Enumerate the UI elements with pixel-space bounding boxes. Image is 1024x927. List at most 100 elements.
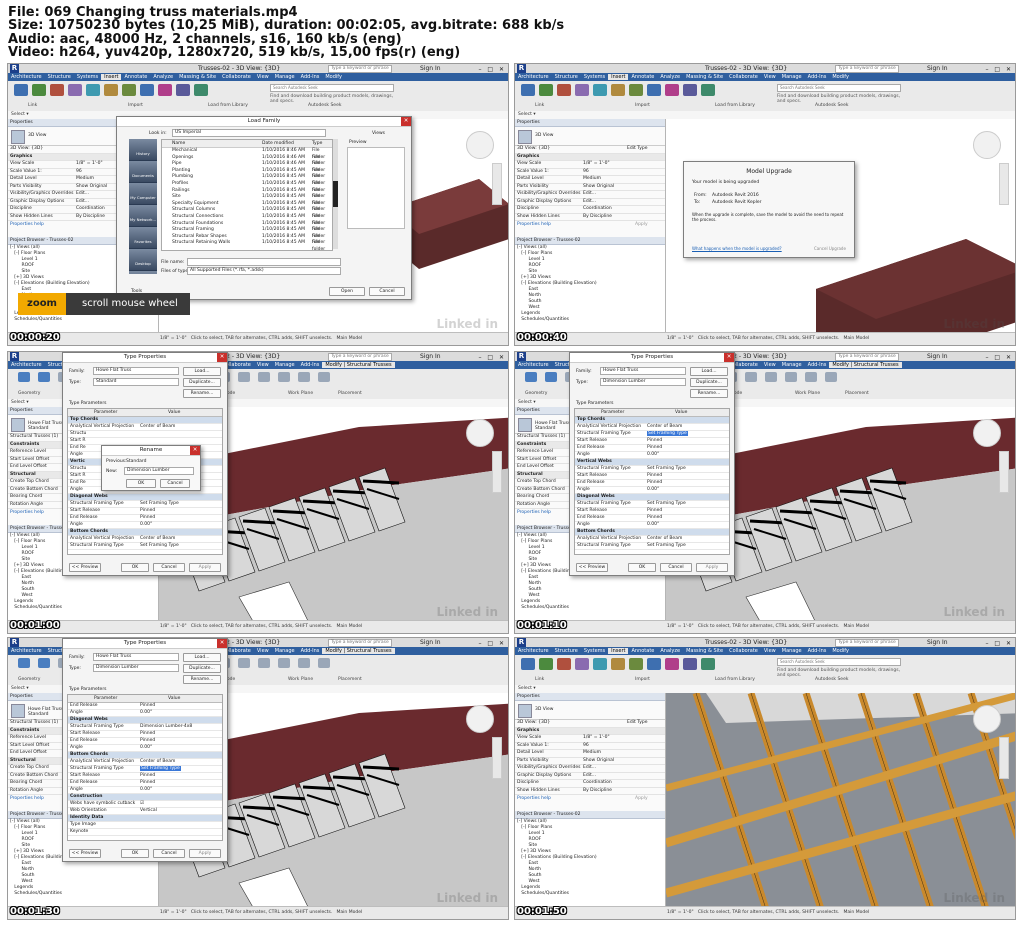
property-row[interactable]: Visibility/Graphics Overrides Edit... — [515, 191, 665, 199]
ribbon-tab[interactable]: Manage — [272, 648, 298, 654]
ribbon-tab[interactable]: Add-Ins — [805, 362, 830, 368]
ribbon-tool-icon[interactable] — [665, 84, 679, 96]
browser-tree-item[interactable]: Schedules/Quantities — [8, 891, 158, 897]
ribbon-tab[interactable]: Architecture — [515, 362, 552, 368]
type-parameter-row[interactable]: Start Release Pinned — [575, 473, 729, 480]
cancel-button[interactable]: Cancel — [153, 849, 185, 858]
ribbon-tool-icon[interactable] — [575, 658, 589, 670]
ribbon-tab[interactable]: Architecture — [8, 648, 45, 654]
property-row[interactable]: Discipline Coordination — [515, 780, 665, 788]
ribbon-tool-icon[interactable] — [38, 658, 50, 668]
ribbon-tool-icon[interactable] — [539, 84, 553, 96]
ribbon-tab[interactable]: Massing & Site — [683, 648, 726, 654]
ribbon-tab[interactable]: Collaborate — [726, 74, 761, 80]
main-model-select[interactable]: Main Model — [337, 624, 363, 629]
seek-search-input[interactable]: Search Autodesk Seek — [777, 84, 901, 92]
sign-in-button[interactable]: Sign In — [927, 64, 948, 73]
load-button[interactable]: Load... — [183, 367, 221, 376]
viewcube-icon[interactable] — [973, 419, 1001, 447]
ribbon-tool-icon[interactable] — [158, 84, 172, 96]
file-row[interactable]: Mechanical 1/10/2016 8:46 AM File folder — [162, 148, 332, 160]
duplicate-button[interactable]: Duplicate... — [690, 378, 728, 387]
ribbon-tab[interactable]: Add-Ins — [298, 648, 323, 654]
property-row[interactable]: Discipline Coordination — [515, 206, 665, 214]
type-parameter-row[interactable]: Bottom Chords — [68, 752, 222, 759]
ribbon-tab[interactable]: Annotate — [628, 648, 657, 654]
navigation-bar[interactable] — [492, 451, 502, 493]
navigation-bar[interactable] — [999, 451, 1009, 493]
type-parameter-row[interactable]: Angle 0.00° — [68, 745, 222, 752]
apply-button[interactable]: Apply — [635, 795, 648, 803]
browser-tree-item[interactable]: Schedules/Quantities — [515, 891, 665, 897]
type-parameter-row[interactable]: Structural Framing Type Dimension Lumber-… — [68, 724, 222, 731]
search-input[interactable]: Type a keyword or phrase — [328, 65, 392, 73]
type-parameter-row[interactable]: Angle 0.00° — [68, 522, 222, 529]
ribbon-tab[interactable]: Collaborate — [726, 648, 761, 654]
search-input[interactable]: Type a keyword or phrase — [835, 353, 899, 361]
type-parameter-row[interactable]: Vertical Webs — [575, 459, 729, 466]
revit-logo-icon[interactable]: R — [517, 638, 526, 647]
type-parameter-row[interactable]: End Release Pinned — [575, 480, 729, 487]
type-parameter-row[interactable]: Angle 0.00° — [575, 487, 729, 494]
ribbon-tab[interactable]: View — [254, 362, 272, 368]
type-parameter-row[interactable]: End Release Pinned — [68, 703, 222, 710]
select-menu[interactable]: Select ▾ — [518, 686, 536, 691]
ribbon-tool-icon[interactable] — [278, 658, 290, 668]
type-parameter-row[interactable]: Structural Framing Type Set Framing Type — [68, 501, 222, 508]
sign-in-button[interactable]: Sign In — [420, 638, 441, 647]
sign-in-button[interactable]: Sign In — [420, 64, 441, 73]
type-parameter-row[interactable]: Construction — [68, 794, 222, 801]
ribbon-tab[interactable]: Annotate — [121, 74, 150, 80]
main-model-select[interactable]: Main Model — [337, 910, 363, 915]
ribbon-tool-icon[interactable] — [557, 84, 571, 96]
file-row[interactable]: Profiles 1/10/2016 8:45 AM File folder — [162, 181, 332, 193]
ribbon-tool-icon[interactable] — [701, 84, 715, 96]
select-menu[interactable]: Select ▾ — [11, 400, 29, 405]
type-selector[interactable]: 3D View — [515, 701, 665, 720]
ribbon-tool-icon[interactable] — [593, 658, 607, 670]
ribbon-tab[interactable]: Modify — [829, 648, 852, 654]
ribbon-tool-icon[interactable] — [629, 658, 643, 670]
viewcube-icon[interactable] — [973, 705, 1001, 733]
ribbon-tool-icon[interactable] — [647, 84, 661, 96]
views-menu[interactable]: Views — [372, 131, 385, 136]
type-parameter-row[interactable]: Start Release Pinned — [68, 508, 222, 515]
ribbon-tab[interactable]: View — [254, 648, 272, 654]
ribbon-tool-icon[interactable] — [18, 658, 30, 668]
ribbon-tab[interactable]: Annotate — [628, 74, 657, 80]
type-parameter-row[interactable]: Start R — [68, 438, 222, 445]
ribbon-tool-icon[interactable] — [318, 658, 330, 668]
type-parameter-row[interactable]: Webs have symbolic cutback ☑ — [68, 801, 222, 808]
type-parameter-row[interactable]: Structural Framing Type Set Framing Type — [575, 431, 729, 438]
ribbon-tab[interactable]: View — [254, 74, 272, 80]
select-menu[interactable]: Select ▾ — [518, 400, 536, 405]
close-icon[interactable]: ✕ — [724, 353, 734, 362]
ribbon-tool-icon[interactable] — [701, 658, 715, 670]
ribbon-tab[interactable]: Add-Ins — [298, 74, 323, 80]
type-parameter-row[interactable]: Structural Framing Type Set Framing Type — [575, 501, 729, 508]
column-header-name[interactable]: Name — [172, 140, 185, 147]
file-row[interactable]: Railings 1/10/2016 8:45 AM File folder — [162, 188, 332, 200]
file-row[interactable]: Structural Columns 1/10/2016 8:45 AM File … — [162, 207, 332, 219]
ribbon-tool-icon[interactable] — [745, 372, 757, 382]
select-menu[interactable]: Select ▾ — [518, 112, 536, 117]
cancel-button[interactable]: Cancel — [160, 479, 190, 488]
edit-type-button[interactable]: Edit Type — [627, 146, 647, 153]
cancel-button[interactable]: Cancel — [660, 563, 692, 572]
ribbon-tab[interactable]: Architecture — [515, 74, 552, 80]
type-parameter-row[interactable]: Analytical Vertical Projection Center of … — [575, 424, 729, 431]
duplicate-button[interactable]: Duplicate... — [183, 664, 221, 673]
type-selector[interactable]: 3D View — [515, 127, 665, 146]
cancel-upgrade-button[interactable]: Cancel Upgrade — [814, 246, 846, 251]
ribbon-tab[interactable]: Collaborate — [219, 74, 254, 80]
rename-button[interactable]: Rename... — [183, 675, 221, 684]
sign-in-button[interactable]: Sign In — [927, 638, 948, 647]
ribbon-tab[interactable]: Insert — [608, 648, 629, 654]
ribbon-tab[interactable]: Manage — [779, 362, 805, 368]
seek-search-input[interactable]: Search Autodesk Seek — [270, 84, 394, 92]
type-parameter-row[interactable]: Diagonal Webs — [68, 494, 222, 501]
type-parameter-row[interactable]: Top Chords — [68, 417, 222, 424]
ok-button[interactable]: OK — [628, 563, 656, 572]
ribbon-tab[interactable]: Modify | Structural Trusses — [829, 362, 902, 368]
ribbon-tool-icon[interactable] — [278, 372, 290, 382]
